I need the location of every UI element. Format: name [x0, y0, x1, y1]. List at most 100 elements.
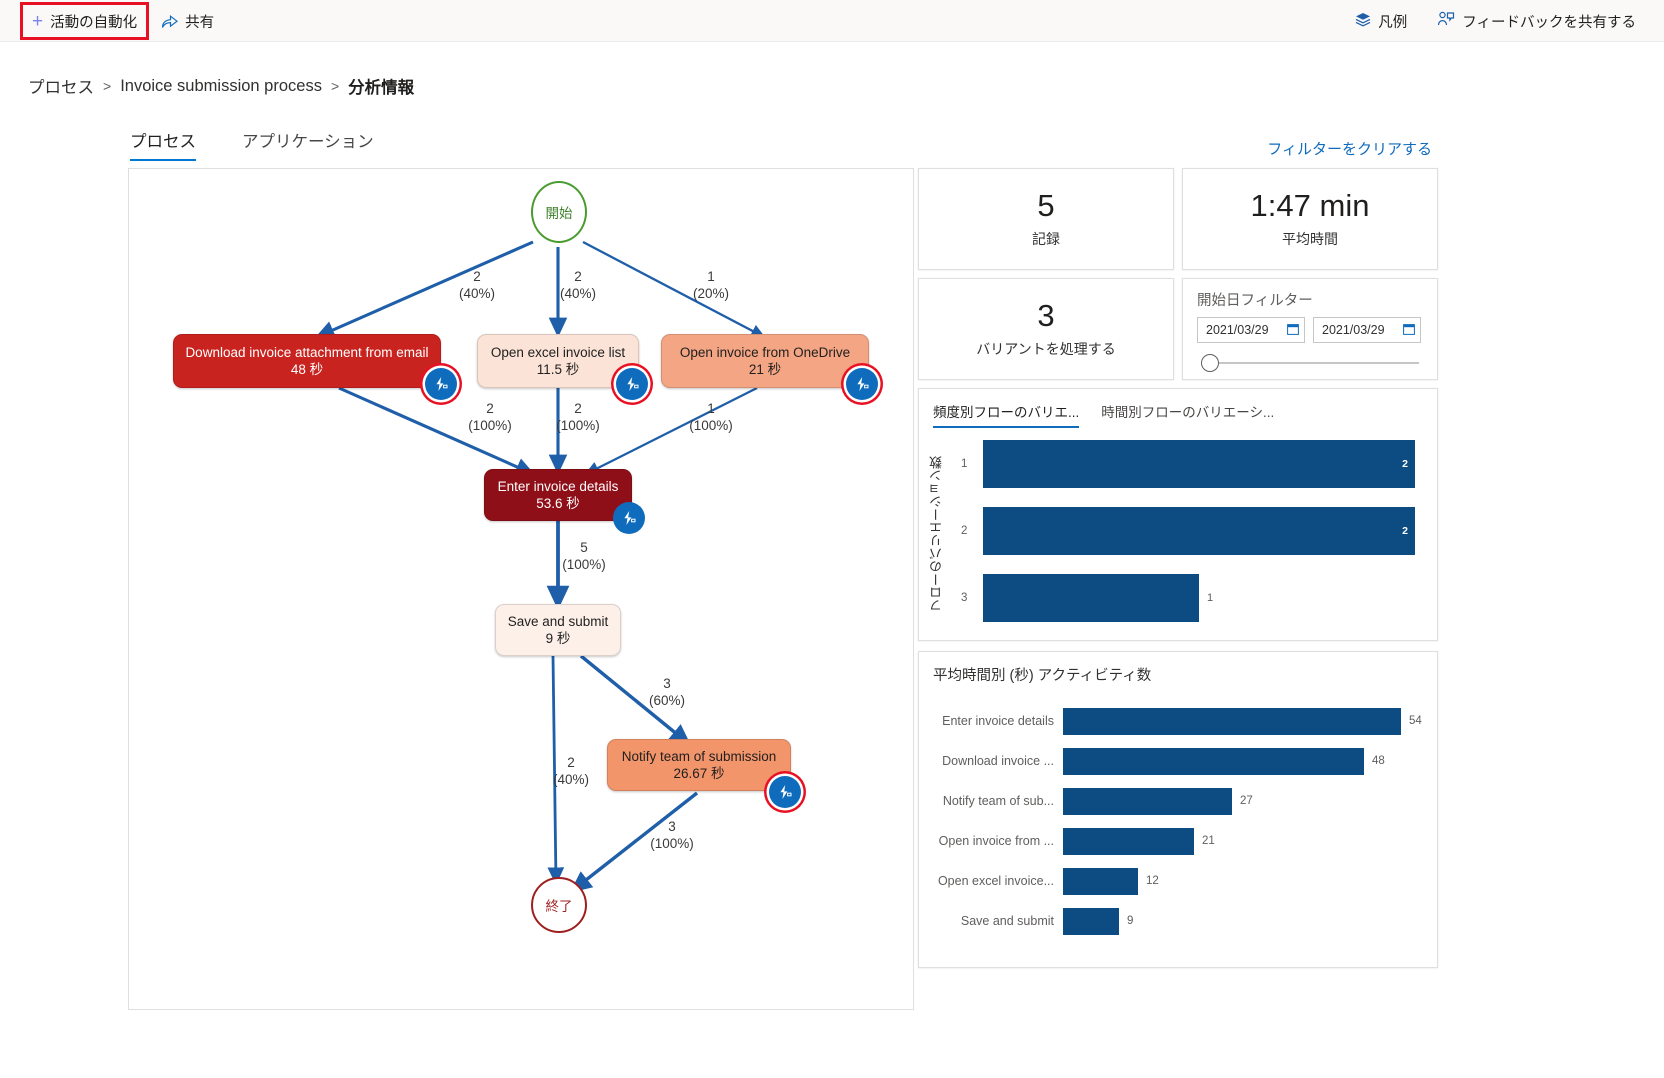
- start-date-input[interactable]: 2021/03/29: [1197, 317, 1305, 343]
- start-date-filter-card: 開始日フィルター 2021/03/29 2021/03/29: [1182, 278, 1438, 380]
- chart-bar[interactable]: [1063, 707, 1401, 735]
- automation-bolt-icon[interactable]: [425, 368, 457, 400]
- chart-category-label: Download invoice ...: [942, 754, 1054, 768]
- chart-bar[interactable]: [1063, 787, 1232, 815]
- flow-node-open-excel-invoice-list[interactable]: Open excel invoice list 11.5 秒: [477, 334, 639, 388]
- flow-node-enter-invoice-details[interactable]: Enter invoice details 53.6 秒: [484, 469, 632, 521]
- calendar-icon[interactable]: [1403, 323, 1415, 338]
- analytics-side-panel: 5 記録 1:47 min 平均時間 3 バリアントを処理する 開始日フィルター…: [918, 168, 1446, 968]
- flow-node-name: Save and submit: [507, 613, 609, 629]
- share-label: 共有: [185, 14, 215, 31]
- chart-bar-row: 2 2: [961, 507, 1429, 555]
- flow-node-duration: 11.5 秒: [536, 362, 580, 377]
- chart-category-label: 3: [961, 592, 968, 604]
- chart-bar-value: 1: [1207, 592, 1214, 604]
- edge-label: 3 (100%): [650, 819, 694, 851]
- chart-y-axis-title: フローのバリエーション数: [929, 456, 944, 612]
- slider-thumb[interactable]: [1201, 354, 1219, 372]
- chart-bar-row: Open excel invoice... 12: [933, 861, 1423, 901]
- flow-variations-tabs: 頻度別フローのバリエ... 時間別フローのバリエーシ...: [919, 389, 1437, 428]
- date-range-slider[interactable]: [1197, 354, 1423, 372]
- breadcrumb-separator-icon: >: [330, 78, 340, 94]
- flow-node-start-label: 開始: [545, 206, 573, 221]
- automation-bolt-icon[interactable]: [616, 368, 648, 400]
- tab-application[interactable]: アプリケーション: [242, 128, 374, 161]
- chart-category-label: 1: [961, 458, 968, 470]
- chart-category-label: Notify team of sub...: [942, 794, 1054, 808]
- share-feedback-label: フィードバックを共有する: [1462, 14, 1636, 31]
- automation-bolt-icon[interactable]: [769, 776, 801, 808]
- command-bar: + 活動の自動化 共有 凡例 フィードバックを共有する: [0, 0, 1664, 42]
- chart-bar-value: 9: [1127, 915, 1134, 927]
- flow-node-save-and-submit[interactable]: Save and submit 9 秒: [495, 604, 621, 656]
- clear-filter-link[interactable]: フィルターをクリアする: [1267, 138, 1432, 159]
- tab-variations-by-frequency[interactable]: 頻度別フローのバリエ...: [933, 401, 1080, 428]
- chart-bar-row: Open invoice from ... 21: [933, 821, 1423, 861]
- flow-node-start[interactable]: 開始: [531, 181, 587, 243]
- kpi-label: 記録: [1032, 230, 1060, 247]
- legend-button[interactable]: 凡例: [1345, 4, 1417, 38]
- edge-label: 2 (100%): [468, 401, 512, 433]
- flow-node-name: Download invoice attachment from email: [185, 344, 429, 360]
- flow-node-duration: 48 秒: [290, 362, 324, 377]
- chart-category-label: Save and submit: [960, 914, 1054, 928]
- chart-bar-value: 48: [1372, 755, 1385, 767]
- edge-label: 2 (40%): [458, 269, 495, 301]
- process-map-canvas[interactable]: 開始 終了 Download invoice attachment from e…: [128, 168, 914, 1010]
- chart-category-label: Open invoice from ...: [938, 834, 1054, 848]
- share-feedback-button[interactable]: フィードバックを共有する: [1427, 4, 1646, 38]
- chart-bar[interactable]: [1063, 907, 1119, 935]
- chart-bar-row: 3 1: [961, 574, 1429, 622]
- tab-variations-by-time[interactable]: 時間別フローのバリエーシ...: [1101, 401, 1274, 428]
- end-date-input[interactable]: 2021/03/29: [1313, 317, 1421, 343]
- flow-node-download-invoice-attachment[interactable]: Download invoice attachment from email 4…: [173, 334, 441, 388]
- chart-bar-row: Save and submit 9: [933, 901, 1423, 941]
- flow-node-open-invoice-from-onedrive[interactable]: Open invoice from OneDrive 21 秒: [661, 334, 869, 388]
- share-button[interactable]: 共有: [151, 4, 224, 38]
- automate-activity-button[interactable]: + 活動の自動化: [19, 2, 150, 40]
- chart-category-label: 2: [961, 525, 968, 537]
- chart-bar-value: 21: [1202, 835, 1215, 847]
- flow-node-name: Enter invoice details: [497, 478, 619, 494]
- chart-bar-row: Notify team of sub... 27: [933, 781, 1423, 821]
- automate-activity-label: 活動の自動化: [50, 14, 138, 31]
- flow-node-end[interactable]: 終了: [531, 877, 587, 933]
- edge-label: 2 (40%): [559, 269, 596, 301]
- edge-label: 5 (100%): [562, 540, 606, 572]
- chart-bar[interactable]: [983, 574, 1199, 622]
- kpi-value: 3: [1037, 298, 1055, 334]
- automation-bolt-icon[interactable]: [846, 368, 878, 400]
- breadcrumb-item-process[interactable]: プロセス: [28, 74, 94, 98]
- start-date-filter-title: 開始日フィルター: [1197, 293, 1313, 309]
- flow-node-notify-team-of-submission[interactable]: Notify team of submission 26.67 秒: [607, 739, 791, 791]
- kpi-card-records: 5 記録: [918, 168, 1174, 270]
- start-date-value: 2021/03/29: [1206, 323, 1269, 337]
- chart-bar-value: 12: [1146, 875, 1159, 887]
- calendar-icon[interactable]: [1287, 323, 1299, 338]
- process-map-edges: [314, 240, 766, 893]
- chart-bar[interactable]: [1063, 747, 1364, 775]
- kpi-value: 5: [1037, 188, 1055, 224]
- automation-bolt-icon[interactable]: [613, 502, 645, 534]
- activity-duration-title: 平均時間別 (秒) アクティビティ数: [933, 668, 1152, 684]
- chart-bar[interactable]: [1063, 867, 1138, 895]
- layers-icon: [1355, 12, 1371, 31]
- breadcrumb-item-invoice-submission-process[interactable]: Invoice submission process: [120, 77, 322, 96]
- edge-label: 3 (60%): [648, 676, 685, 708]
- pivot-tabs: プロセス アプリケーション: [130, 128, 374, 161]
- slider-track: [1213, 362, 1419, 364]
- chart-bar-value: 54: [1409, 715, 1422, 727]
- kpi-card-variants: 3 バリアントを処理する: [918, 278, 1174, 380]
- command-bar-right-group: 凡例 フィードバックを共有する: [1345, 0, 1646, 42]
- chart-bar[interactable]: 2: [983, 440, 1415, 488]
- chart-bar[interactable]: [1063, 827, 1194, 855]
- plus-icon: +: [32, 10, 44, 32]
- breadcrumb-item-analytics: 分析情報: [348, 79, 415, 97]
- command-bar-left-group: + 活動の自動化 共有: [19, 0, 224, 42]
- feedback-person-icon: [1437, 11, 1455, 31]
- legend-label: 凡例: [1378, 14, 1408, 31]
- chart-bar[interactable]: 2: [983, 507, 1415, 555]
- kpi-row-top: 5 記録 1:47 min 平均時間: [918, 168, 1446, 270]
- tab-process[interactable]: プロセス: [130, 128, 196, 161]
- chart-bar-row: Download invoice ... 48: [933, 741, 1423, 781]
